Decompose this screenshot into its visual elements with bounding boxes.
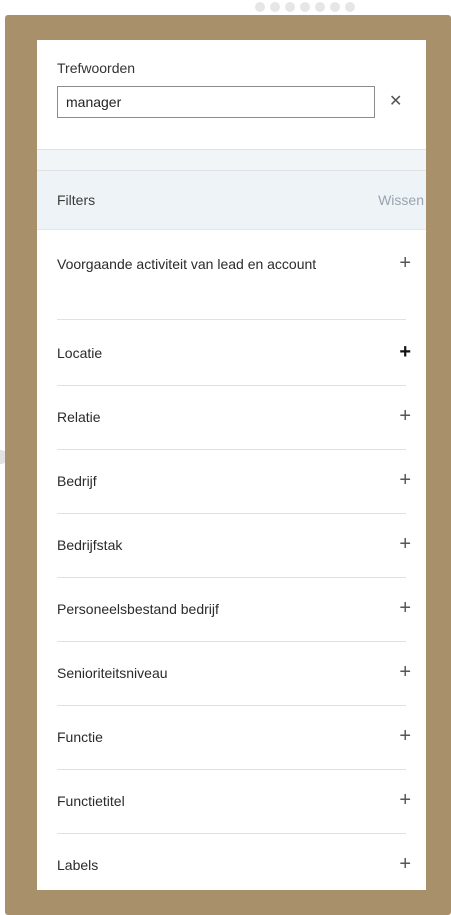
keywords-section: Trefwoorden ✕ [37,40,426,149]
filter-item-label: Functie [57,729,103,745]
clear-filters-link[interactable]: Wissen [378,192,426,208]
close-icon[interactable]: ✕ [389,94,402,110]
filter-item-label: Bedrijf [57,473,97,489]
filters-title: Filters [57,192,96,208]
plus-icon[interactable]: + [399,342,411,362]
dot [270,2,280,12]
dot [255,2,265,12]
filter-item-label: Bedrijfstak [57,537,123,553]
keywords-label: Trefwoorden [57,60,136,76]
plus-icon[interactable]: + [399,253,411,273]
filter-item-title[interactable]: Functietitel + [57,770,411,834]
filter-item-label: Labels [57,857,99,873]
plus-icon[interactable]: + [399,534,411,554]
filter-item-label: Voorgaande activiteit van lead en accoun… [57,256,317,272]
plus-icon[interactable]: + [399,598,411,618]
plus-icon[interactable]: + [399,470,411,490]
filter-item-industry[interactable]: Bedrijfstak + [57,514,411,578]
dot [330,2,340,12]
plus-icon[interactable]: + [399,854,411,874]
plus-icon[interactable]: + [399,790,411,810]
filter-item-label: Senioriteitsniveau [57,665,168,681]
filter-item-label: Relatie [57,409,101,425]
filter-item-relation[interactable]: Relatie + [57,386,411,450]
screenshot-frame: Trefwoorden ✕ Filters Wissen Voorgaande … [0,0,451,915]
filter-item-company-headcount[interactable]: Personeelsbestand bedrijf + [57,578,411,642]
filter-item-seniority-level[interactable]: Senioriteitsniveau + [57,642,411,706]
filter-item-label: Functietitel [57,793,125,809]
filter-item-company[interactable]: Bedrijf + [57,450,411,514]
filter-item-label: Personeelsbestand bedrijf [57,601,219,617]
filter-item-location[interactable]: Locatie + [57,320,411,386]
search-filter-panel: Trefwoorden ✕ Filters Wissen Voorgaande … [37,40,426,890]
dot [345,2,355,12]
dot [285,2,295,12]
filter-list: Voorgaande activiteit van lead en accoun… [37,230,426,890]
plus-icon[interactable]: + [399,662,411,682]
dot [315,2,325,12]
plus-icon[interactable]: + [399,726,411,746]
keywords-input[interactable] [57,86,375,118]
section-divider [37,149,426,171]
dot [300,2,310,12]
filter-item-labels[interactable]: Labels + [57,834,411,890]
keywords-row: ✕ [57,86,406,118]
loading-dots [255,2,355,12]
plus-icon[interactable]: + [399,406,411,426]
filter-item-label: Locatie [57,345,103,361]
filter-item-function[interactable]: Functie + [57,706,411,770]
filters-header: Filters Wissen [37,171,426,230]
filter-item-previous-activity[interactable]: Voorgaande activiteit van lead en accoun… [57,230,411,320]
